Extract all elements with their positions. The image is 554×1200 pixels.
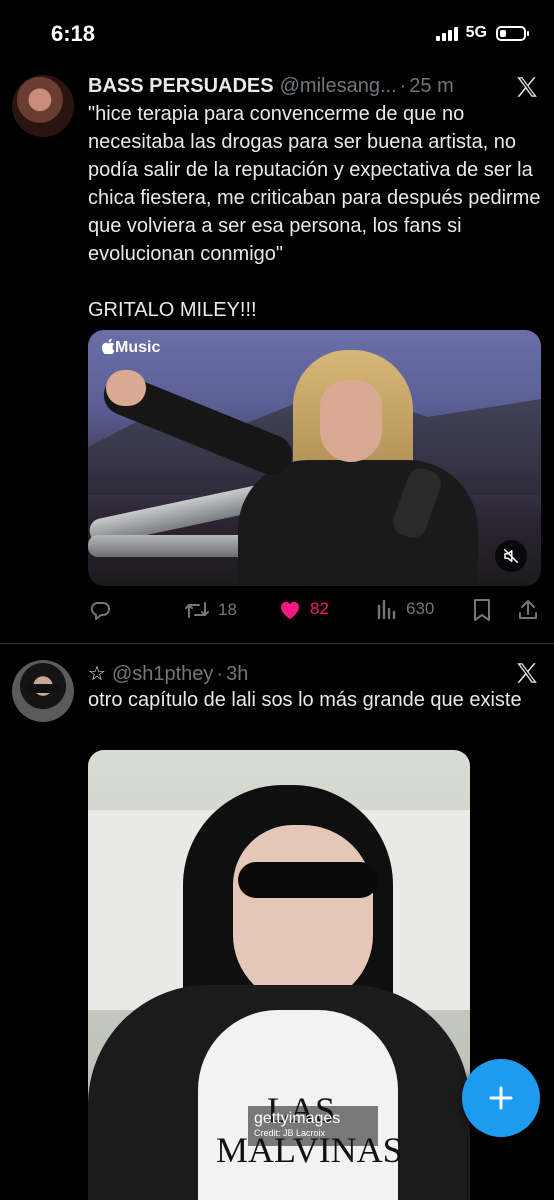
avatar[interactable] bbox=[12, 75, 74, 137]
battery-icon bbox=[496, 25, 529, 41]
network-label: 5G bbox=[465, 24, 487, 41]
share-icon bbox=[519, 600, 537, 619]
plus-icon bbox=[489, 1086, 513, 1110]
author-handle[interactable]: @sh1pthey bbox=[112, 663, 213, 686]
reply-icon bbox=[90, 602, 110, 620]
signal-icon bbox=[435, 25, 458, 41]
like-count: 82 bbox=[310, 599, 329, 618]
compose-button[interactable] bbox=[462, 1059, 540, 1137]
tweet-text: otro capítulo de lali sos lo más grande … bbox=[88, 689, 522, 711]
tweet-video[interactable]: Music bbox=[88, 330, 541, 586]
like-button[interactable]: 82 bbox=[278, 598, 329, 620]
watermark-text: gettyimages bbox=[254, 1110, 341, 1127]
separator-dot: · bbox=[216, 663, 224, 685]
status-bar: 6:18 5G bbox=[0, 0, 554, 68]
bookmark-icon bbox=[474, 599, 490, 621]
apple-icon bbox=[102, 338, 115, 355]
author-name[interactable]: BASS PERSUADES bbox=[88, 75, 274, 98]
speaker-figure bbox=[97, 350, 478, 586]
retweet-button[interactable]: 18 bbox=[184, 598, 237, 622]
bookmark-button[interactable] bbox=[472, 598, 492, 622]
retweet-count: 18 bbox=[218, 600, 237, 619]
photo-credit: Credit: JB Lacroix bbox=[254, 1128, 326, 1138]
tweet-text: "hice terapia para convencerme de que no… bbox=[88, 103, 541, 321]
tweet-time[interactable]: 3h bbox=[226, 663, 248, 686]
tweet-image[interactable]: LAS MALVINAS gettyimages Credit: JB Lacr… bbox=[88, 750, 470, 1200]
author-handle[interactable]: @milesang... bbox=[280, 75, 397, 98]
status-time: 6:18 bbox=[51, 21, 96, 46]
views-button[interactable]: 630 bbox=[376, 598, 434, 620]
speaker-muted-icon bbox=[503, 548, 519, 564]
tweet-time[interactable]: 25 m bbox=[409, 75, 453, 98]
getty-watermark: gettyimages Credit: JB Lacroix bbox=[248, 1106, 378, 1146]
mute-button[interactable] bbox=[495, 540, 527, 572]
retweet-icon bbox=[185, 602, 209, 618]
views-icon bbox=[377, 599, 396, 620]
x-logo-icon bbox=[517, 77, 537, 97]
person-face bbox=[233, 825, 373, 1005]
status-indicators: 5G bbox=[435, 24, 529, 42]
star-icon: ☆ bbox=[88, 663, 106, 685]
tweet[interactable]: ☆ @sh1pthey · 3h otro capítulo de lali s… bbox=[0, 643, 554, 1200]
apple-music-badge: Music bbox=[102, 338, 161, 357]
tweet-header: ☆ @sh1pthey · 3h bbox=[88, 661, 248, 686]
view-count: 630 bbox=[406, 599, 435, 618]
tweet-header: BASS PERSUADES @milesang... · 25 m bbox=[88, 75, 454, 98]
share-button[interactable] bbox=[516, 598, 540, 622]
separator-dot: · bbox=[399, 75, 407, 97]
apple-music-label: Music bbox=[115, 339, 161, 356]
heart-filled-icon bbox=[281, 602, 299, 619]
avatar[interactable] bbox=[12, 660, 74, 722]
reply-button[interactable] bbox=[88, 598, 112, 622]
x-logo-icon bbox=[517, 663, 537, 683]
tweet-actions: 18 82 630 bbox=[88, 598, 544, 622]
sunglasses bbox=[238, 862, 378, 898]
